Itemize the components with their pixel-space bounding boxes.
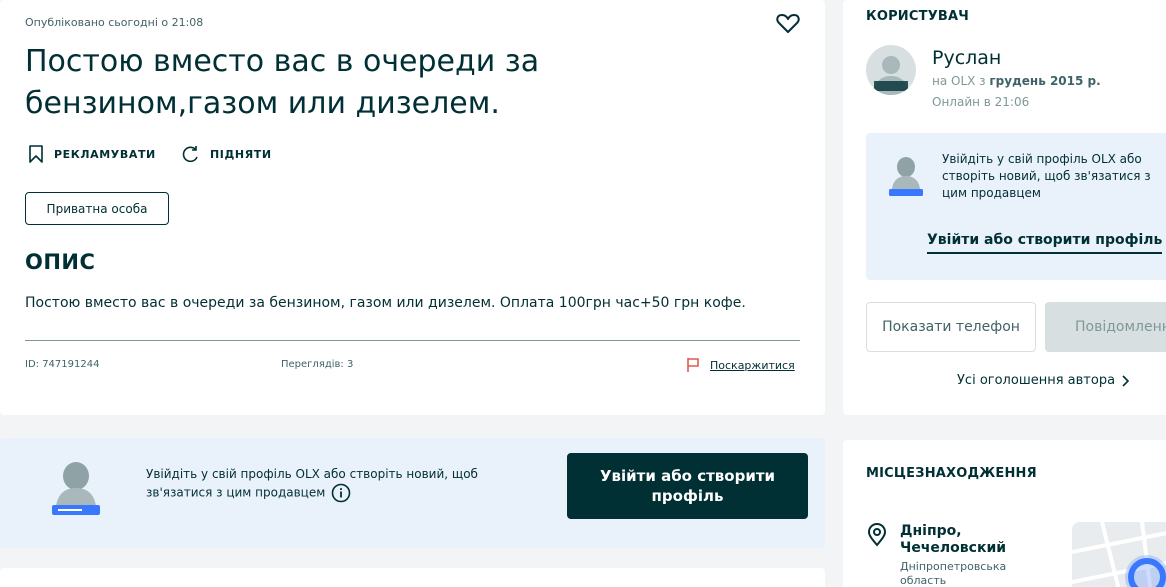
last-online: Онлайн в 21:06: [932, 95, 1030, 109]
login-illustration-small: [888, 155, 924, 201]
report-link[interactable]: Поскаржитися: [686, 357, 795, 373]
heart-icon: [776, 14, 800, 33]
description-text: Постою вместо вас в очереди за бензином,…: [25, 295, 746, 311]
location-pin: [866, 523, 888, 551]
promote-label: РЕКЛАМУВАТИ: [54, 147, 156, 161]
location-section-heading: МІСЦЕЗНАХОДЖЕННЯ: [866, 466, 1037, 481]
favorite-button[interactable]: [776, 12, 800, 34]
promote-button[interactable]: РЕКЛАМУВАТИ: [28, 145, 156, 163]
member-since-prefix: на OLX з: [932, 74, 986, 88]
location-pin-icon: [867, 523, 887, 547]
user-login-link[interactable]: Увійти або створити профіль: [927, 232, 1163, 254]
user-login-text: Увійдіть у свій профіль OLX або створіть…: [942, 152, 1151, 200]
next-card: [0, 568, 825, 587]
login-prompt: Увійдіть у свій профіль OLX або створіть…: [146, 467, 478, 500]
location-region: Дніпропетровська область: [900, 560, 1007, 587]
bookmark-icon: [29, 145, 43, 163]
location-map[interactable]: [1072, 522, 1166, 587]
chevron-right-icon: [1122, 374, 1130, 387]
message-button[interactable]: Повідомлення: [1045, 302, 1166, 352]
views-count: Переглядів: 3: [281, 359, 354, 370]
listing-id: ID: 747191244: [25, 359, 100, 370]
member-since: на OLX з грудень 2015 р.: [932, 74, 1101, 88]
all-ads-link[interactable]: Усі оголошення автора: [957, 373, 1131, 388]
member-since-date: грудень 2015 р.: [989, 74, 1101, 88]
login-or-register-button[interactable]: Увійти або створити профіль: [567, 453, 808, 519]
login-prompt-text: Увійдіть у свій профіль OLX або створіть…: [146, 465, 526, 503]
listing-title: Постою вместо вас в очереди за бензином,…: [25, 44, 540, 121]
user-section-heading: КОРИСТУВАЧ: [866, 9, 969, 24]
show-phone-button[interactable]: Показати телефон: [866, 302, 1036, 352]
location-city-text: Дніпро, Чечеловский: [900, 523, 1007, 556]
description-heading: ОПИС: [25, 250, 96, 274]
location-city: Дніпро, Чечеловский: [900, 523, 1020, 557]
info-icon[interactable]: [331, 483, 351, 503]
avatar: [866, 45, 916, 95]
divider: [25, 340, 800, 341]
all-ads-label: Усі оголошення автора: [957, 373, 1116, 388]
user-name: Руслан: [932, 47, 1002, 69]
login-illustration: [50, 458, 102, 522]
published-date: Опубліковано сьогодні о 21:08: [25, 16, 204, 29]
raise-label: ПІДНЯТИ: [210, 147, 272, 161]
raise-button[interactable]: ПІДНЯТИ: [182, 145, 272, 163]
flag-icon: [687, 358, 699, 372]
report-label: Поскаржитися: [710, 358, 795, 372]
seller-type-badge: Приватна особа: [25, 192, 169, 225]
refresh-icon: [182, 146, 198, 163]
